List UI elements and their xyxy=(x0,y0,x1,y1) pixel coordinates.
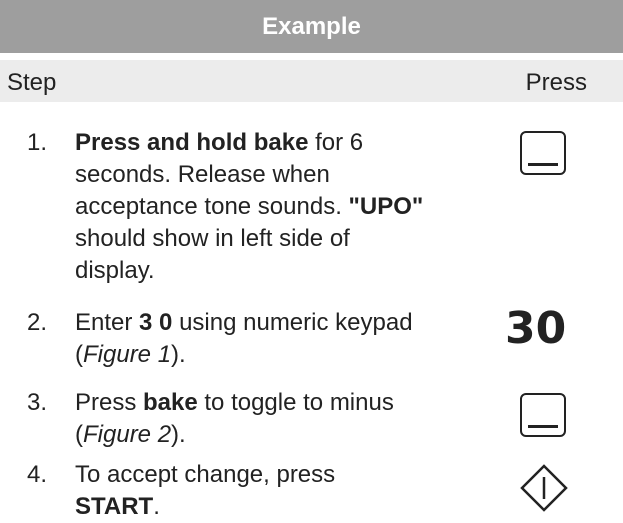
step-text: Enter 3 0 using numeric keypad (Figure 1… xyxy=(75,307,425,371)
column-step-label: Step xyxy=(7,69,57,96)
header-title: Example xyxy=(262,12,361,40)
step-text-bold: Press and hold bake xyxy=(75,129,309,156)
step-text-bold: bake xyxy=(143,389,198,416)
step-number: 1. xyxy=(27,129,48,156)
step-number: 4. xyxy=(27,461,48,488)
column-headers: Step Press xyxy=(0,60,623,102)
step-number: 2. xyxy=(27,309,48,336)
step-text-segment: ). xyxy=(171,341,186,368)
keypad-entry-30: 30 xyxy=(505,303,567,354)
table-header: Example xyxy=(0,0,623,53)
step-text-segment: . xyxy=(153,493,160,520)
step-text-bold: START xyxy=(75,493,154,520)
step-text-segment: ). xyxy=(171,421,186,448)
step-text-italic: Figure 1 xyxy=(83,341,172,368)
step-text: To accept change, press START. xyxy=(75,459,425,523)
step-text-italic: Figure 2 xyxy=(83,421,172,448)
column-press-label: Press xyxy=(525,69,587,96)
step-text-segment: Enter xyxy=(75,309,140,336)
step-text-bold: 3 0 xyxy=(139,309,173,336)
step-text-segment: should show in left side of display. xyxy=(75,225,350,284)
step-number: 3. xyxy=(27,389,48,416)
start-icon xyxy=(520,464,568,512)
bake-button-icon xyxy=(520,131,566,175)
bake-button-icon xyxy=(520,393,566,437)
step-text-segment: To accept change, press xyxy=(75,461,336,488)
step-text: Press and hold bake for 6 seconds. Relea… xyxy=(75,127,425,287)
step-text-bold: "UPO" xyxy=(348,193,424,220)
step-text-segment: Press xyxy=(75,389,144,416)
step-text: Press bake to toggle to minus (Figure 2)… xyxy=(75,387,425,451)
